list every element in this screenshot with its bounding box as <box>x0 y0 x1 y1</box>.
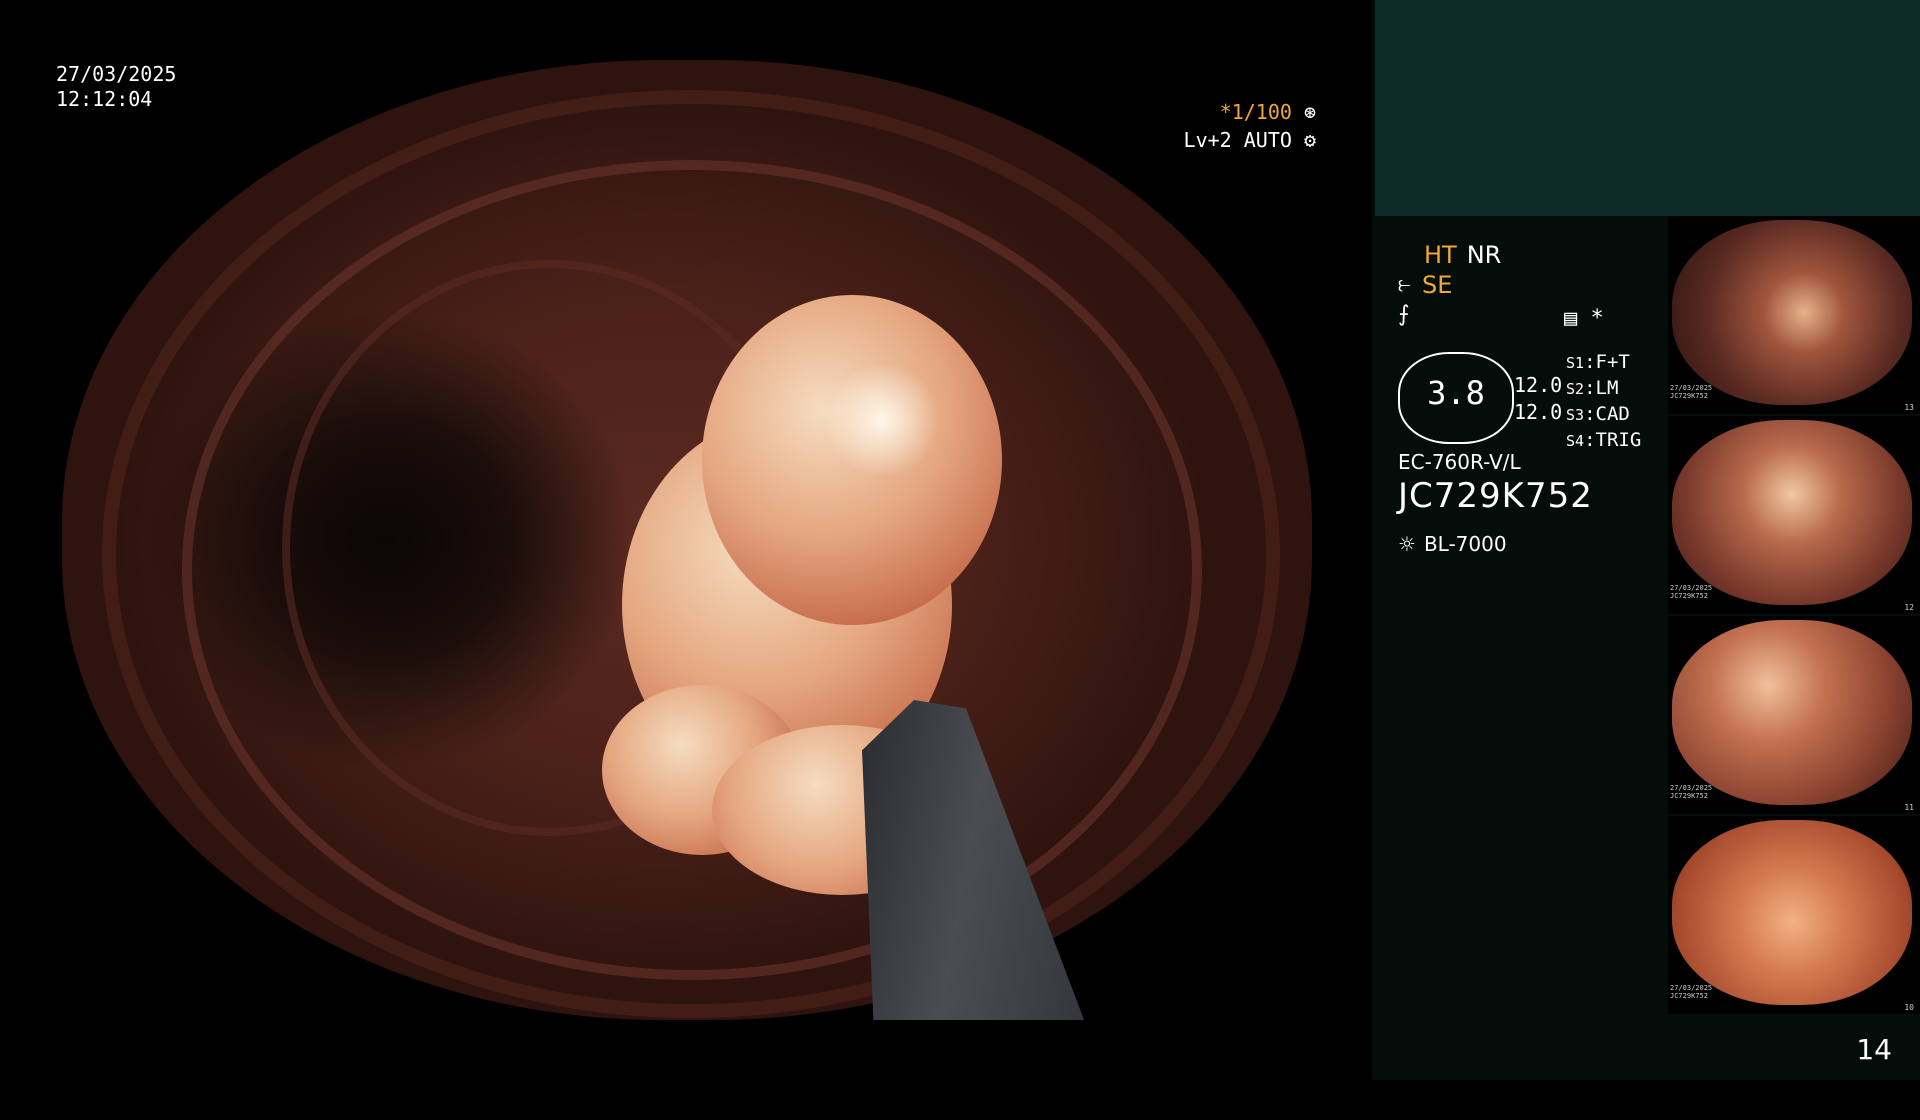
wave-icon: ⨍ <box>1398 302 1410 327</box>
thumbnail-index: 11 <box>1904 803 1914 812</box>
thumbnail-image <box>1672 220 1912 405</box>
thumbnail-image <box>1672 820 1912 1005</box>
thumbnail-date: 27/03/2025 <box>1670 584 1713 592</box>
mode-block: HT NR ⥼ SE ⨍ <box>1398 240 1698 330</box>
se-label: SE <box>1422 271 1453 299</box>
scope-serial: JC729K752 <box>1398 476 1593 516</box>
light-source-label: BL-7000 <box>1423 532 1507 556</box>
thumbnail-serial: JC729K752 <box>1670 992 1708 1000</box>
thumbnail-index: 10 <box>1904 1003 1914 1012</box>
aperture-icon: ⊛ <box>1303 100 1316 124</box>
asterisk-label: * <box>1590 306 1604 331</box>
page-number: 14 <box>1856 1033 1892 1066</box>
switch-list: S1:F+T S2:LM S3:CAD S4:TRIG <box>1566 350 1641 454</box>
switch-item: S1:F+T <box>1566 351 1630 373</box>
thumbnail-date: 27/03/2025 <box>1670 784 1713 792</box>
thumbnail-meta: 27/03/2025 JC729K752 <box>1670 784 1712 800</box>
switch-value: F+T <box>1595 351 1630 373</box>
switch-key: S2 <box>1566 380 1585 398</box>
light-reflection <box>822 365 942 475</box>
sun-icon: ☼ <box>1398 532 1416 556</box>
info-header-block <box>1375 0 1920 216</box>
thumbnail-serial: JC729K752 <box>1670 592 1708 600</box>
light-source: ☼ BL-7000 <box>1398 532 1507 556</box>
switch-value: CAD <box>1595 403 1630 425</box>
gauge-pair-value: 12.0 <box>1514 400 1563 424</box>
thumbnail[interactable]: 27/03/2025 JC729K752 11 <box>1668 616 1920 814</box>
switch-key: S3 <box>1566 406 1585 424</box>
thumbnail-meta: 27/03/2025 JC729K752 <box>1670 584 1712 600</box>
zoom-gauge: 3.8 <box>1398 352 1514 444</box>
time-label: 12:12:04 <box>56 87 153 111</box>
switch-key: S4 <box>1566 432 1585 450</box>
gauge-pair: 12.0 12.0 <box>1514 372 1562 426</box>
thumbnail[interactable]: 27/03/2025 JC729K752 13 <box>1668 216 1920 414</box>
thumbnail-meta: 27/03/2025 JC729K752 <box>1670 384 1712 400</box>
switch-key: S1 <box>1566 354 1585 372</box>
settings-card-icon: ▤ <box>1564 306 1578 331</box>
shutter-label: *1/100 <box>1219 100 1292 124</box>
datetime-overlay: 27/03/2025 12:12:04 <box>56 62 176 112</box>
thumbnail-meta: 27/03/2025 JC729K752 <box>1670 984 1712 1000</box>
thumbnail-serial: JC729K752 <box>1670 792 1708 800</box>
thumbnail-date: 27/03/2025 <box>1670 984 1713 992</box>
endoscope-view: 27/03/2025 12:12:04 *1/100 ⊛ Lv+2 AUTO ⚙ <box>0 0 1372 1080</box>
ht-label: HT <box>1424 241 1457 269</box>
thumbnail-image <box>1672 620 1912 805</box>
thumbnail-index: 13 <box>1904 403 1914 412</box>
switch-item: S3:CAD <box>1566 403 1630 425</box>
thumbnail-date: 27/03/2025 <box>1670 384 1713 392</box>
polyp <box>602 295 1072 895</box>
scope-model: EC-760R-V/L <box>1398 450 1521 474</box>
level-label: Lv+2 AUTO <box>1183 128 1292 152</box>
gauge-value: 3.8 <box>1427 374 1485 412</box>
gauge-pair-value: 12.0 <box>1514 373 1563 397</box>
switch-item: S4:TRIG <box>1566 429 1642 451</box>
switch-value: LM <box>1595 377 1619 399</box>
date-label: 27/03/2025 <box>56 62 177 86</box>
thumbnail[interactable]: 27/03/2025 JC729K752 10 <box>1668 816 1920 1014</box>
switch-item: S2:LM <box>1566 377 1619 399</box>
thumbnail[interactable]: 27/03/2025 JC729K752 12 <box>1668 416 1920 614</box>
scope-icon: ⥼ <box>1398 272 1411 297</box>
nr-label: NR <box>1466 241 1502 269</box>
switch-value: TRIG <box>1595 429 1642 451</box>
endoscope-image <box>62 60 1312 1020</box>
status-icons: ▤ * <box>1564 306 1604 331</box>
thumbnail-image <box>1672 420 1912 605</box>
thumbnail-index: 12 <box>1904 603 1914 612</box>
thumbnail-serial: JC729K752 <box>1670 392 1708 400</box>
exposure-overlay: *1/100 ⊛ Lv+2 AUTO ⚙ <box>1184 98 1316 154</box>
gear-icon: ⚙ <box>1303 128 1316 152</box>
thumbnail-strip: 27/03/2025 JC729K752 13 27/03/2025 JC729… <box>1668 216 1920 1016</box>
